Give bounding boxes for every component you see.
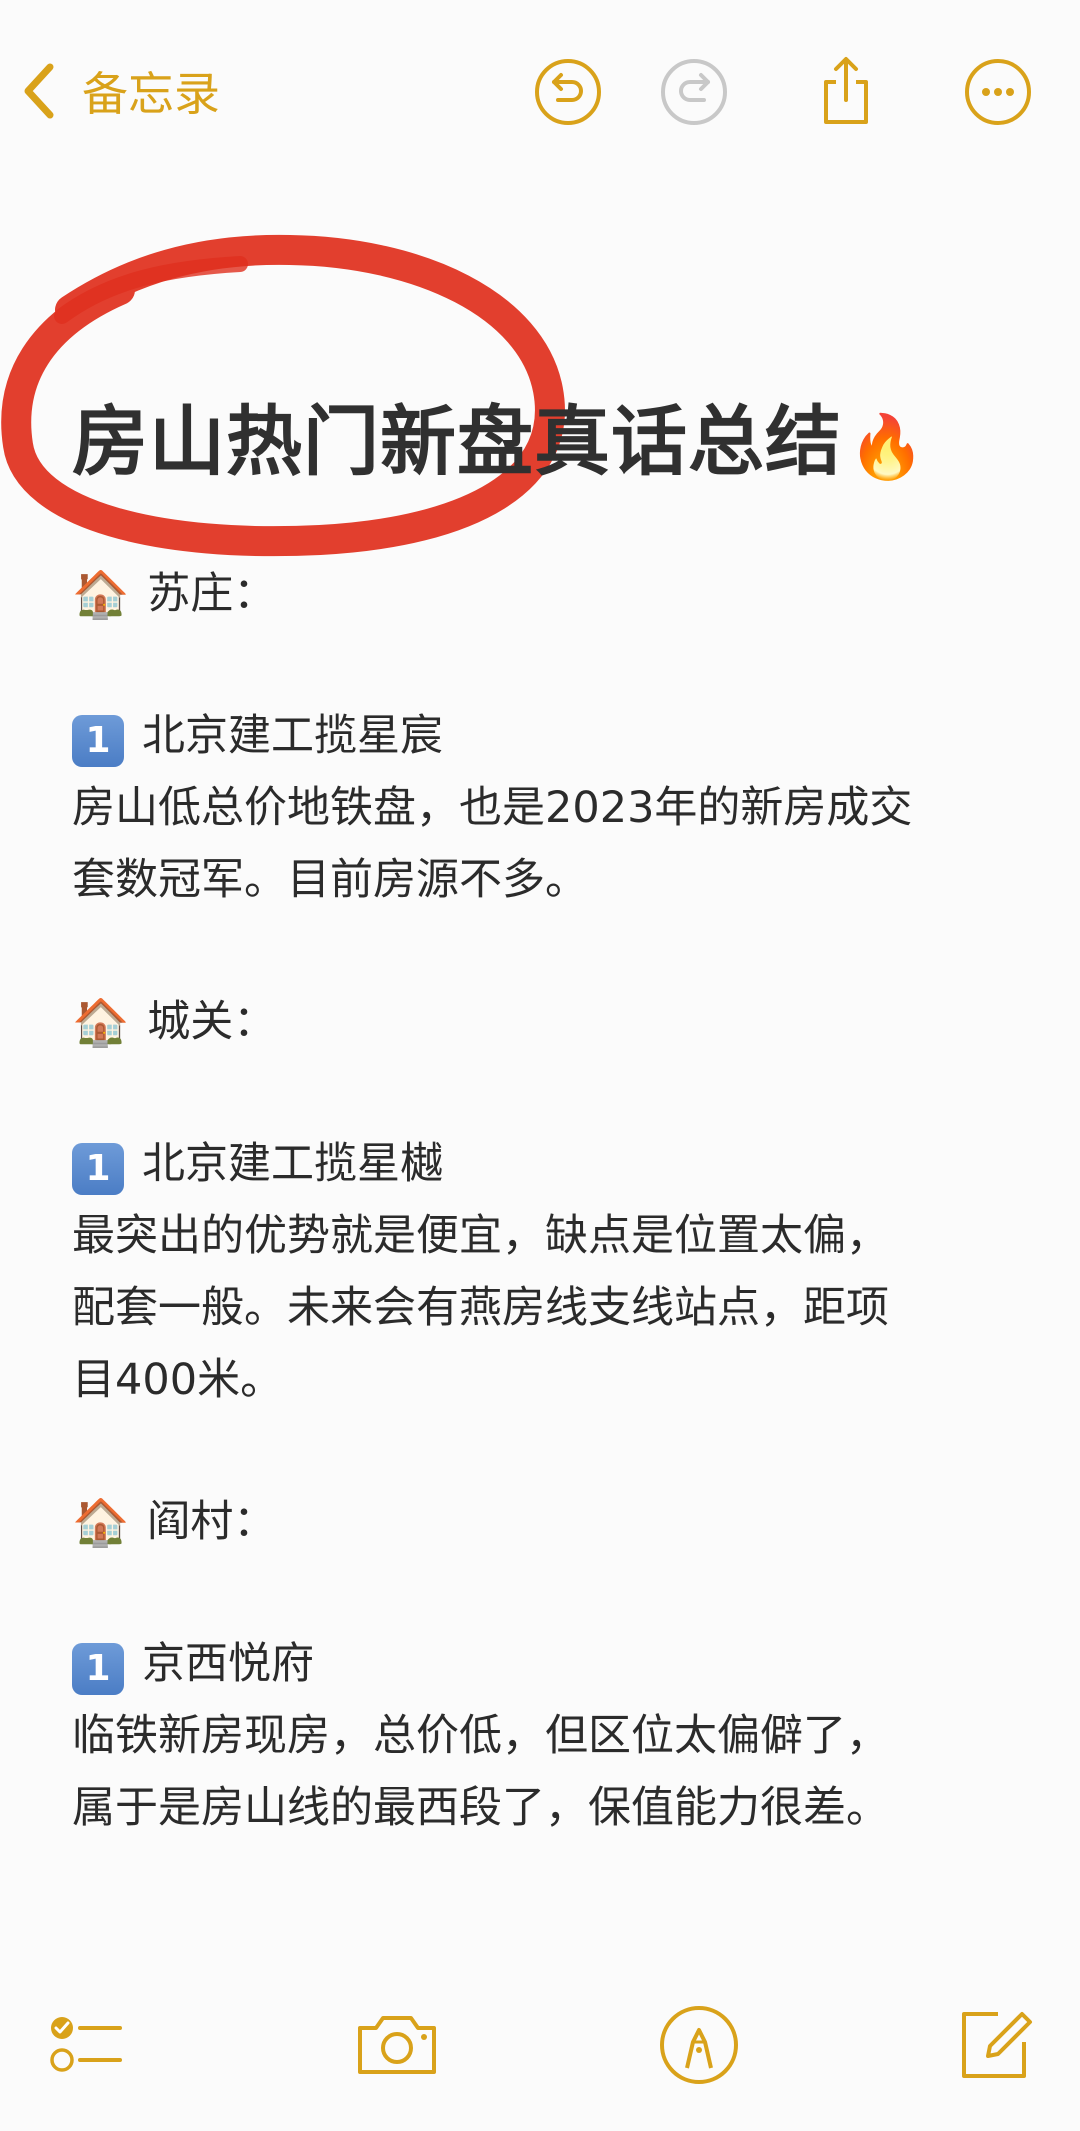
house-icon: 🏠	[72, 1495, 130, 1549]
description-line: 属于是房山线的最西段了，保值能力很差。	[72, 1783, 889, 1833]
description-line: 房山低总价地铁盘，也是2023年的新房成交	[72, 783, 913, 833]
note-title-text: 房山热门新盘真话总结	[72, 397, 842, 486]
markup-icon	[660, 2006, 738, 2084]
description-line: 最突出的优势就是便宜，缺点是位置太偏，	[72, 1211, 889, 1261]
house-icon: 🏠	[72, 567, 130, 621]
camera-icon	[358, 2016, 436, 2074]
more-button[interactable]	[962, 56, 1034, 128]
description-line: 配套一般。未来会有燕房线支线站点，距项	[72, 1283, 889, 1333]
project-name: 1 北京建工揽星宸	[72, 700, 1032, 772]
chevron-left-icon	[24, 63, 54, 119]
more-icon	[965, 59, 1031, 125]
section-heading: 🏠 苏庄：	[72, 558, 1032, 630]
fire-emoji: 🔥	[848, 410, 927, 483]
back-label: 备忘录	[82, 67, 220, 121]
share-icon	[824, 57, 868, 124]
keycap-number-icon: 1	[72, 1643, 124, 1695]
share-button[interactable]	[810, 56, 882, 128]
undo-icon	[535, 59, 601, 125]
project-name-text: 北京建工揽星樾	[142, 1139, 443, 1189]
section-heading-text: 苏庄：	[147, 569, 277, 619]
project-name: 1 北京建工揽星樾	[72, 1128, 1032, 1200]
project-name: 1 京西悦府	[72, 1628, 1032, 1700]
checklist-button[interactable]	[40, 2000, 130, 2090]
section-heading-text: 阎村：	[147, 1497, 277, 1547]
section-heading-text: 城关：	[147, 997, 277, 1047]
back-button[interactable]: 备忘录	[20, 56, 220, 126]
note-title-area: 房山热门新盘真话总结🔥	[0, 230, 1080, 570]
description-line: 临铁新房现房，总价低，但区位太偏僻了，	[72, 1711, 889, 1761]
navigation-bar: 备忘录	[0, 0, 1080, 180]
description-line: 目400米。	[72, 1355, 284, 1405]
keycap-number-icon: 1	[72, 1143, 124, 1195]
camera-button[interactable]	[352, 2000, 442, 2090]
compose-icon	[962, 2012, 1032, 2078]
project-name-text: 北京建工揽星宸	[142, 711, 443, 761]
note-title[interactable]: 房山热门新盘真话总结🔥	[72, 380, 926, 490]
compose-button[interactable]	[950, 2000, 1040, 2090]
redo-button[interactable]	[658, 56, 730, 128]
project-name-text: 京西悦府	[142, 1639, 314, 1689]
bottom-toolbar	[0, 2000, 1080, 2110]
markup-button[interactable]	[654, 2000, 744, 2090]
section-heading: 🏠 阎村：	[72, 1486, 1032, 1558]
description-line: 套数冠军。目前房源不多。	[72, 855, 588, 905]
house-icon: 🏠	[72, 995, 130, 1049]
undo-button[interactable]	[532, 56, 604, 128]
redo-icon	[661, 59, 727, 125]
keycap-number-icon: 1	[72, 715, 124, 767]
note-body[interactable]: 🏠 苏庄： 1 北京建工揽星宸 房山低总价地铁盘，也是2023年的新房成交 套数冠军…	[72, 558, 1032, 1844]
section-heading: 🏠 城关：	[72, 986, 1032, 1058]
checklist-icon	[50, 2017, 122, 2072]
